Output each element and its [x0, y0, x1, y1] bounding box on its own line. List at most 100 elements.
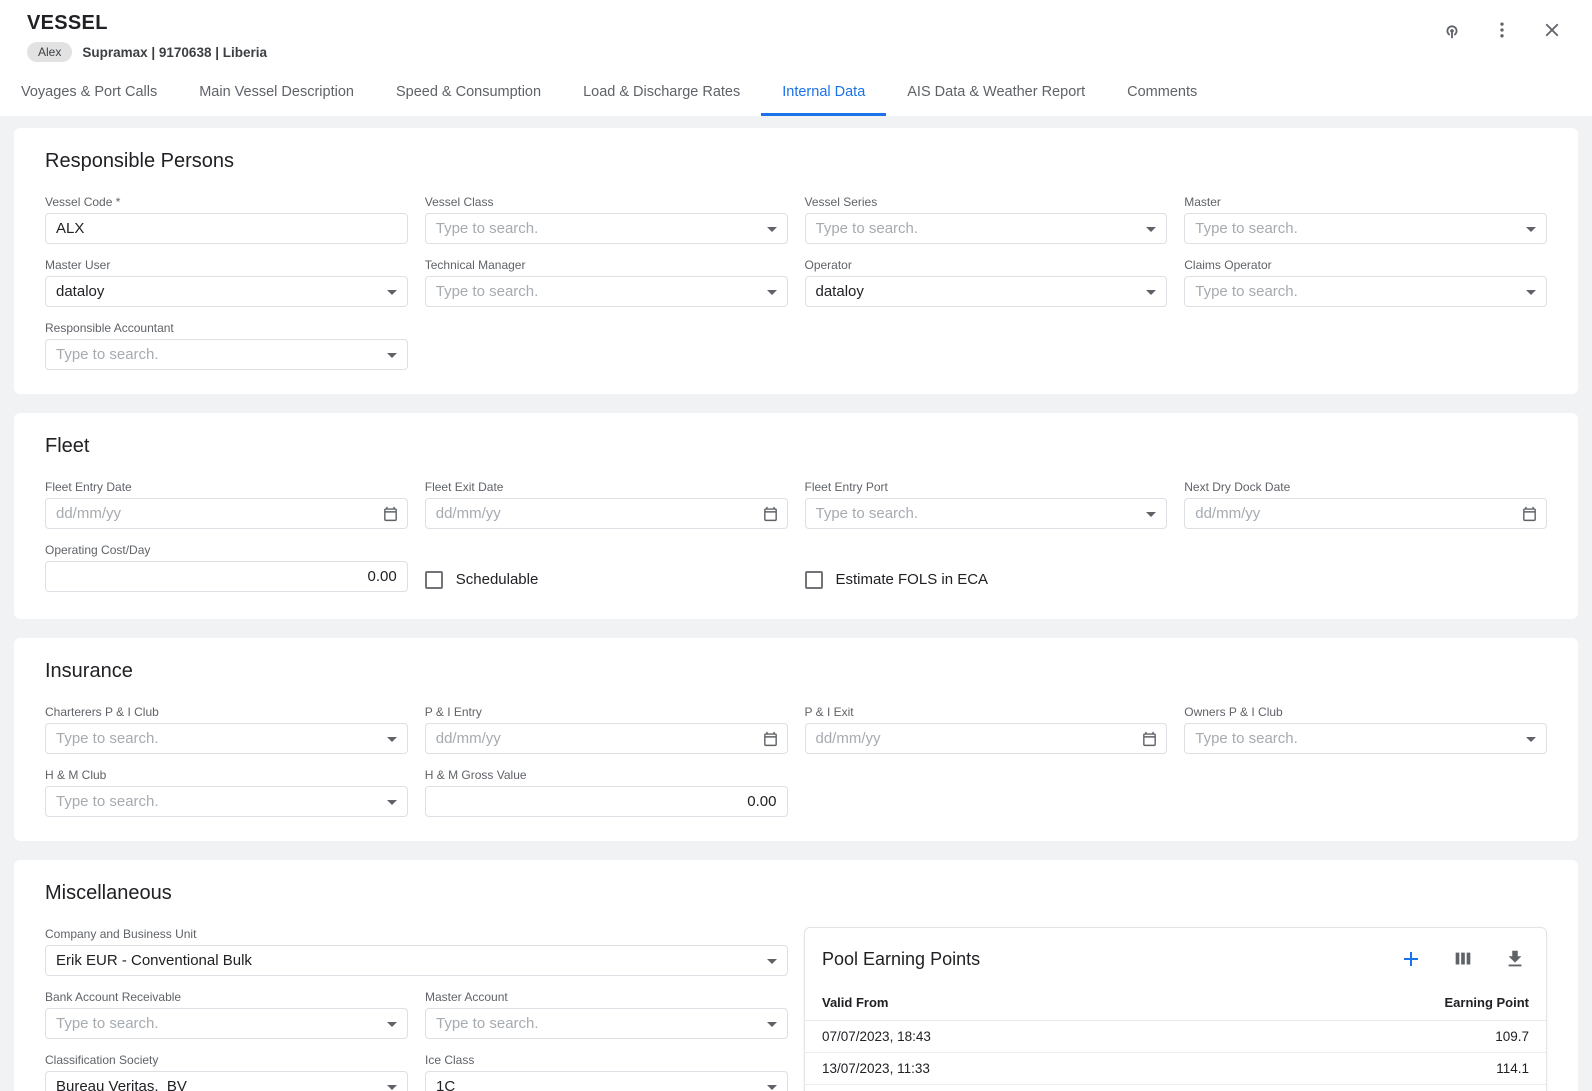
label-master-account: Master Account — [425, 990, 788, 1004]
ice-class-input[interactable] — [425, 1071, 788, 1091]
label-master-user: Master User — [45, 258, 408, 272]
operating-cost-control — [45, 561, 408, 592]
fleet-exit-date-picker[interactable] — [425, 498, 788, 529]
field-master: Master — [1184, 195, 1547, 244]
field-pi-exit: P & I Exit — [805, 705, 1168, 754]
master-input[interactable] — [1184, 213, 1547, 244]
technical-manager-input[interactable] — [425, 276, 788, 307]
label-fleet-entry-date: Fleet Entry Date — [45, 480, 408, 494]
label-pi-exit: P & I Exit — [805, 705, 1168, 719]
master-account-input[interactable] — [425, 1008, 788, 1039]
responsible-accountant-select[interactable] — [45, 339, 408, 370]
claims-operator-input[interactable] — [1184, 276, 1547, 307]
pi-exit-date-picker[interactable] — [805, 723, 1168, 754]
checkbox-icon[interactable] — [805, 571, 823, 589]
vessel-code-badge: Alex — [27, 42, 72, 62]
field-master-account: Master Account — [425, 990, 788, 1039]
label-pi-entry: P & I Entry — [425, 705, 788, 719]
operator-input[interactable] — [805, 276, 1168, 307]
pool-earning-points-row[interactable]: 27/07/2023, 12:00 123 — [805, 1085, 1546, 1091]
tab-internal-data[interactable]: Internal Data — [761, 70, 886, 116]
pool-earning-points-card: Pool Earning Points — [804, 927, 1547, 1091]
tab-ais-data-weather-report[interactable]: AIS Data & Weather Report — [886, 70, 1106, 116]
vessel-class-input[interactable] — [425, 213, 788, 244]
tab-comments[interactable]: Comments — [1106, 70, 1218, 116]
next-dry-dock-date-input[interactable] — [1184, 498, 1547, 529]
cell-valid-from: 07/07/2023, 18:43 — [822, 1029, 931, 1044]
company-business-unit-select[interactable] — [45, 945, 788, 976]
broadcast-icon[interactable] — [1438, 16, 1466, 44]
checkbox-schedulable[interactable]: Schedulable — [425, 564, 788, 595]
page-title: VESSEL — [27, 12, 267, 35]
classification-society-select[interactable] — [45, 1071, 408, 1091]
checkbox-label-estimate-fols: Estimate FOLS in ECA — [836, 571, 989, 588]
section-responsible-persons: Responsible Persons Vessel Code * Vessel… — [14, 128, 1578, 394]
technical-manager-select[interactable] — [425, 276, 788, 307]
claims-operator-select[interactable] — [1184, 276, 1547, 307]
vessel-code-control — [45, 213, 408, 244]
checkbox-icon[interactable] — [425, 571, 443, 589]
label-next-dry-dock-date: Next Dry Dock Date — [1184, 480, 1547, 494]
internal-data-panel: Responsible Persons Vessel Code * Vessel… — [0, 116, 1592, 1091]
column-header-earning-point: Earning Point — [1445, 995, 1530, 1010]
fleet-entry-port-select[interactable] — [805, 498, 1168, 529]
master-user-select[interactable] — [45, 276, 408, 307]
charterers-pi-club-input[interactable] — [45, 723, 408, 754]
vessel-series-select[interactable] — [805, 213, 1168, 244]
operator-select[interactable] — [805, 276, 1168, 307]
header-subtitle-row: Alex Supramax | 9170638 | Liberia — [27, 42, 267, 62]
pool-earning-points-row[interactable]: 07/07/2023, 18:43 109.7 — [805, 1021, 1546, 1053]
pool-earning-points-row[interactable]: 13/07/2023, 11:33 114.1 — [805, 1053, 1546, 1085]
field-ice-class: Ice Class — [425, 1053, 788, 1091]
cell-valid-from: 13/07/2023, 11:33 — [822, 1061, 930, 1076]
view-columns-icon[interactable] — [1449, 945, 1477, 973]
next-dry-dock-date-picker[interactable] — [1184, 498, 1547, 529]
fleet-entry-port-input[interactable] — [805, 498, 1168, 529]
master-account-select[interactable] — [425, 1008, 788, 1039]
classification-society-input[interactable] — [45, 1071, 408, 1091]
label-operating-cost: Operating Cost/Day — [45, 543, 408, 557]
charterers-pi-club-select[interactable] — [45, 723, 408, 754]
label-charterers-pi-club: Charterers P & I Club — [45, 705, 408, 719]
operating-cost-input[interactable] — [45, 561, 408, 592]
fleet-entry-date-picker[interactable] — [45, 498, 408, 529]
bank-account-receivable-select[interactable] — [45, 1008, 408, 1039]
vessel-subtitle: Supramax | 9170638 | Liberia — [82, 45, 267, 60]
hm-club-select[interactable] — [45, 786, 408, 817]
pi-entry-date-input[interactable] — [425, 723, 788, 754]
hm-gross-value-input[interactable] — [425, 786, 788, 817]
master-user-input[interactable] — [45, 276, 408, 307]
vessel-window: VESSEL Alex Supramax | 9170638 | Liberia… — [0, 0, 1592, 1091]
label-ice-class: Ice Class — [425, 1053, 788, 1067]
tab-voyages-port-calls[interactable]: Voyages & Port Calls — [0, 70, 178, 116]
fleet-exit-date-input[interactable] — [425, 498, 788, 529]
section-title-miscellaneous: Miscellaneous — [45, 882, 1560, 905]
hm-club-input[interactable] — [45, 786, 408, 817]
section-insurance: Insurance Charterers P & I Club P & I En… — [14, 638, 1578, 841]
master-select[interactable] — [1184, 213, 1547, 244]
tab-load-discharge-rates[interactable]: Load & Discharge Rates — [562, 70, 761, 116]
add-icon[interactable] — [1397, 945, 1425, 973]
owners-pi-club-input[interactable] — [1184, 723, 1547, 754]
download-icon[interactable] — [1501, 945, 1529, 973]
vessel-class-select[interactable] — [425, 213, 788, 244]
field-responsible-accountant: Responsible Accountant — [45, 321, 408, 370]
pi-exit-date-input[interactable] — [805, 723, 1168, 754]
checkbox-estimate-fols-in-eca[interactable]: Estimate FOLS in ECA — [805, 564, 1168, 595]
fleet-entry-date-input[interactable] — [45, 498, 408, 529]
company-business-unit-input[interactable] — [45, 945, 788, 976]
tab-main-vessel-description[interactable]: Main Vessel Description — [178, 70, 375, 116]
vessel-series-input[interactable] — [805, 213, 1168, 244]
label-fleet-entry-port: Fleet Entry Port — [805, 480, 1168, 494]
label-vessel-code: Vessel Code * — [45, 195, 408, 209]
label-hm-gross-value: H & M Gross Value — [425, 768, 788, 782]
ice-class-select[interactable] — [425, 1071, 788, 1091]
responsible-accountant-input[interactable] — [45, 339, 408, 370]
bank-account-receivable-input[interactable] — [45, 1008, 408, 1039]
vessel-code-input[interactable] — [45, 213, 408, 244]
owners-pi-club-select[interactable] — [1184, 723, 1547, 754]
pi-entry-date-picker[interactable] — [425, 723, 788, 754]
tab-speed-consumption[interactable]: Speed & Consumption — [375, 70, 562, 116]
kebab-menu-icon[interactable] — [1488, 16, 1516, 44]
close-icon[interactable] — [1538, 16, 1566, 44]
